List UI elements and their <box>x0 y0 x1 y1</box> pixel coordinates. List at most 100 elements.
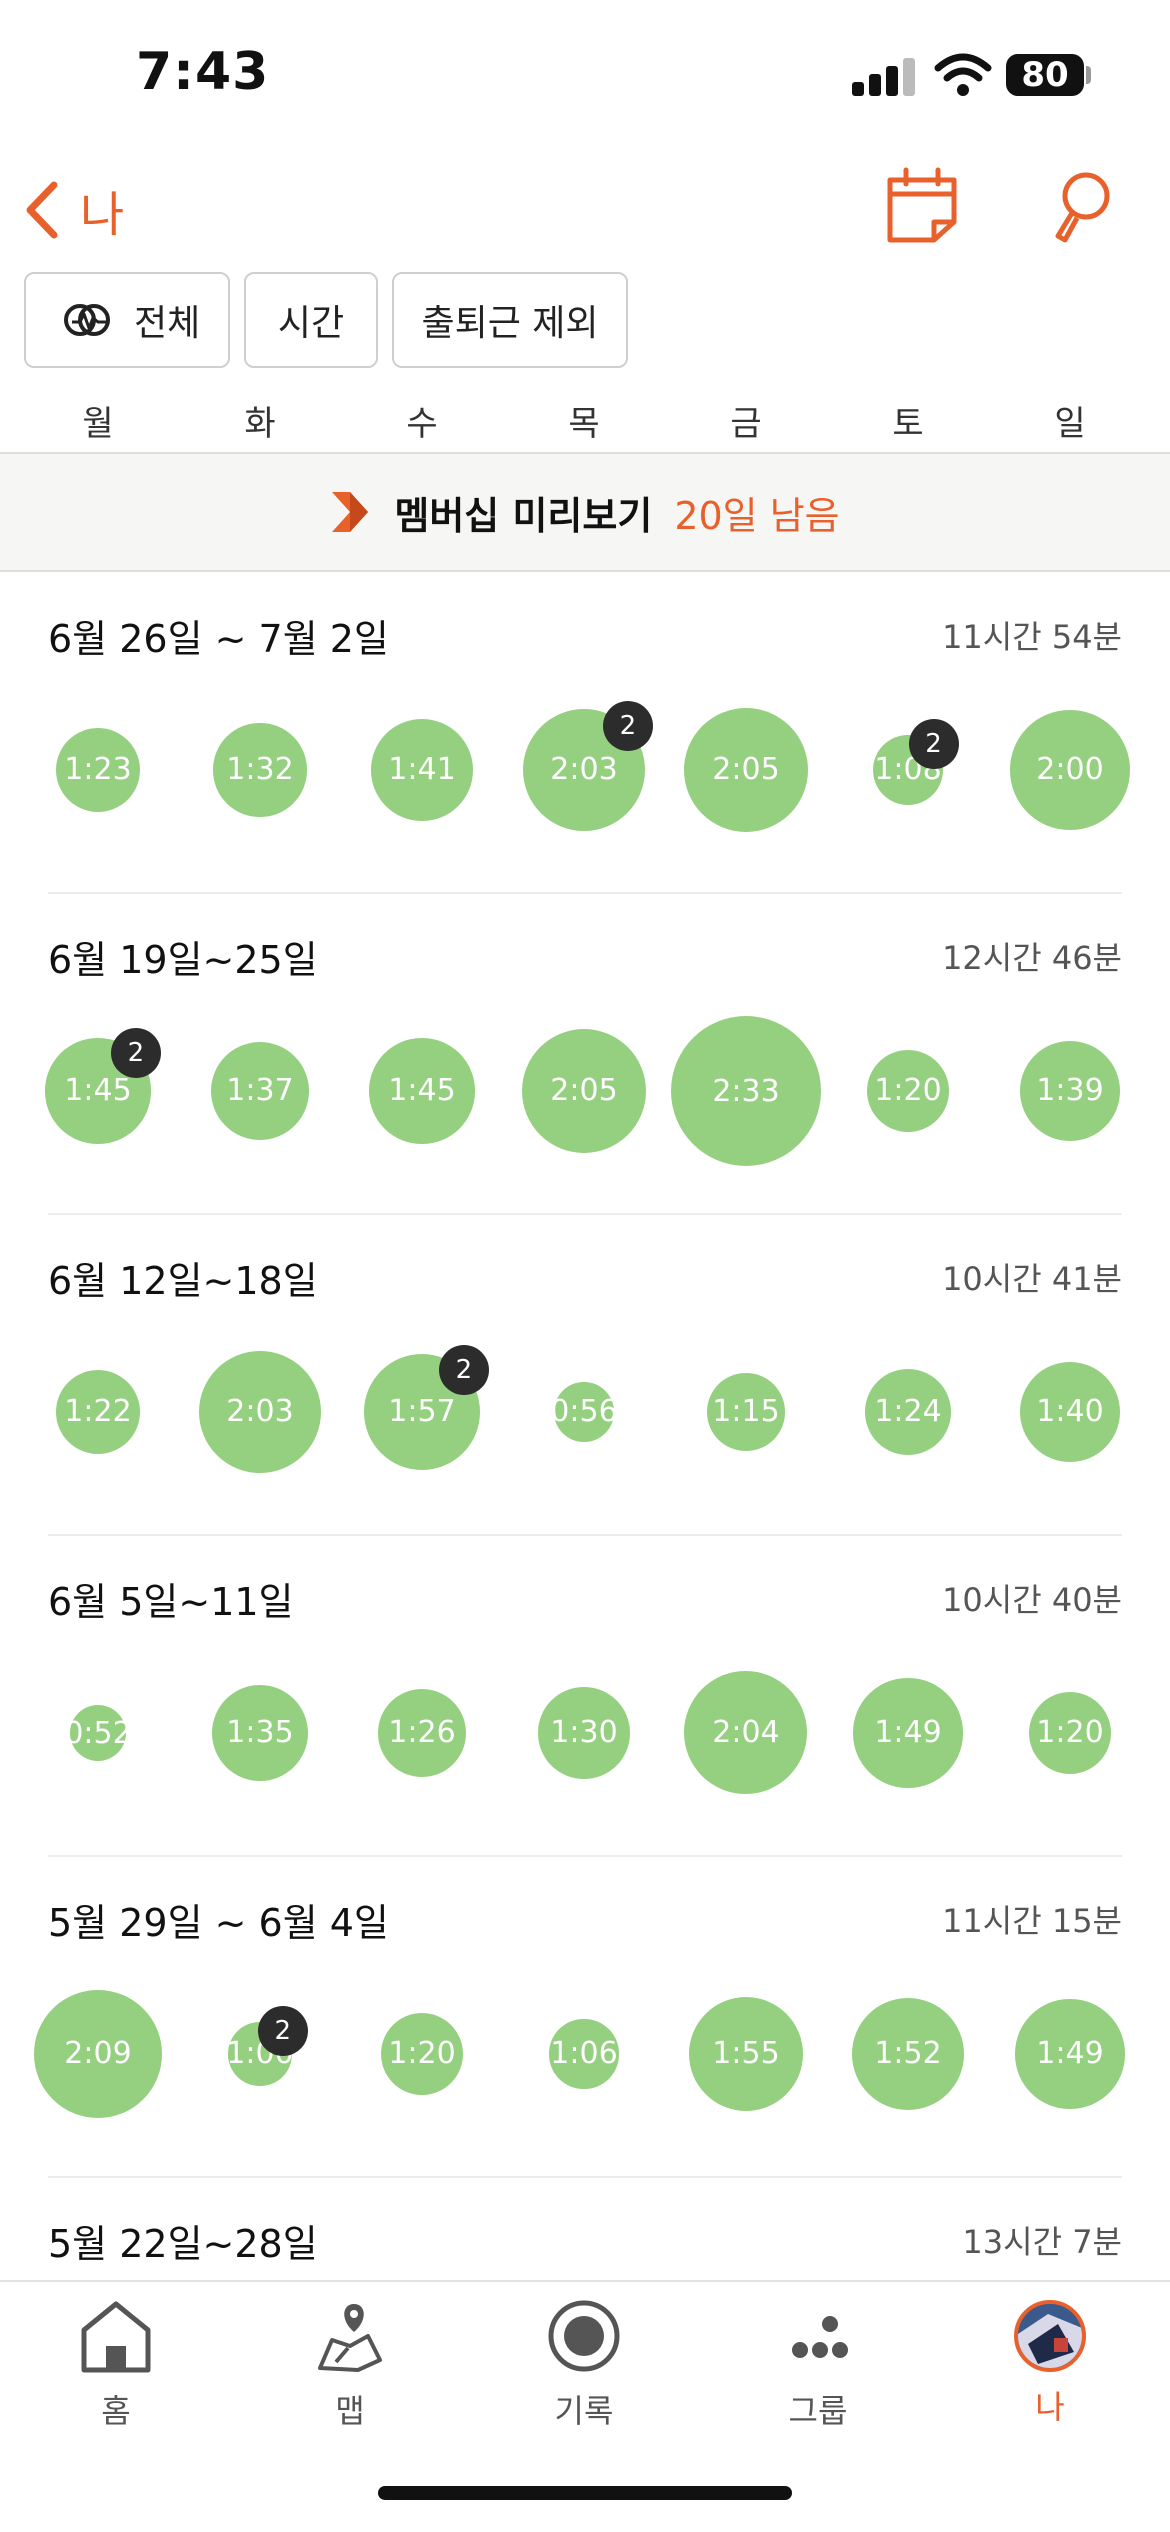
home-indicator <box>378 2486 792 2500</box>
week-range-title: 6월 26일 ~ 7월 2일 <box>48 617 389 661</box>
week-divider <box>48 2176 1122 2178</box>
day-duration-bubble[interactable]: 2:09 <box>34 1990 162 2118</box>
day-duration-bubble[interactable]: 1:32 <box>213 723 307 817</box>
week-total-duration: 12시간 46분 <box>942 939 1122 977</box>
day-duration-label: 1:06 <box>550 2036 618 2072</box>
week-total-duration: 10시간 40분 <box>942 1581 1122 1619</box>
day-duration-bubble[interactable]: 2:03 <box>198 1350 322 1474</box>
day-duration-bubble[interactable]: 1:20 <box>380 2012 464 2096</box>
tab-me[interactable]: 나 <box>970 2296 1130 2428</box>
day-duration-bubble[interactable]: 2:04 <box>684 1671 808 1795</box>
day-duration-bubble[interactable]: 1:40 <box>1019 1361 1121 1463</box>
filter-all-label: 전체 <box>134 303 201 344</box>
week-divider <box>48 1534 1122 1536</box>
week-total-duration: 10시간 41분 <box>942 1260 1122 1298</box>
day-duration-bubble[interactable]: 1:06 <box>549 2019 619 2089</box>
day-duration-bubble[interactable]: 1:41 <box>371 719 473 821</box>
record-count-badge: 2 <box>257 2006 308 2057</box>
day-duration-bubble[interactable]: 1:35 <box>211 1684 308 1781</box>
filter-exclude-commute-chip[interactable]: 출퇴근 제외 <box>392 272 628 368</box>
day-duration-label: 2:00 <box>1036 752 1104 788</box>
day-duration-bubble[interactable]: 2:05 <box>522 1029 646 1153</box>
battery-icon: 80 <box>1006 54 1084 96</box>
day-duration-label: 1:55 <box>712 2036 780 2072</box>
day-duration-bubble[interactable]: 1:55 <box>688 1996 804 2112</box>
day-duration-label: 1:45 <box>388 1073 456 1109</box>
day-duration-label: 1:57 <box>388 1394 456 1430</box>
day-duration-bubble[interactable]: 2:33 <box>671 1016 821 1166</box>
day-duration-label: 0:56 <box>550 1394 618 1430</box>
tab-record[interactable]: 기록 <box>504 2296 664 2432</box>
day-duration-bubble[interactable]: 1:30 <box>538 1687 630 1779</box>
tab-map[interactable]: 맵 <box>270 2296 430 2432</box>
calendar-icon[interactable] <box>884 166 960 244</box>
header: 나 <box>0 150 1170 260</box>
day-duration-label: 2:04 <box>712 1715 780 1751</box>
back-label: 나 <box>80 187 125 243</box>
day-duration-bubble[interactable]: 1:26 <box>378 1689 466 1777</box>
chevron-left-icon <box>26 181 58 239</box>
week-range-title: 6월 12일~18일 <box>48 1259 318 1303</box>
week-section[interactable]: 6월 12일~18일 10시간 41분 1:22 2:03 1:57 2 0:56 1:15 1… <box>0 1216 1170 1536</box>
day-duration-label: 1:40 <box>1036 1394 1104 1430</box>
day-duration-bubble[interactable]: 1:22 <box>56 1370 140 1454</box>
battery-tip <box>1086 66 1091 84</box>
status-bar: 7:43 80 <box>0 0 1170 150</box>
avatar <box>1014 2300 1086 2372</box>
day-duration-label: 1:24 <box>874 1394 942 1430</box>
avatar-image <box>1018 2304 1082 2368</box>
day-duration-bubble[interactable]: 2:05 <box>684 708 808 832</box>
day-duration-label: 1:45 <box>64 1073 132 1109</box>
day-duration-label: 2:03 <box>226 1394 294 1430</box>
back-button[interactable]: 나 <box>22 170 124 250</box>
day-duration-label: 2:09 <box>64 2036 132 2072</box>
membership-preview-banner[interactable]: 멤버십 미리보기 20일 남음 <box>0 454 1170 572</box>
week-section[interactable]: 6월 26일 ~ 7월 2일 11시간 54분 1:23 1:32 1:41 2:03 2 2… <box>0 574 1170 894</box>
week-section[interactable]: 6월 19일~25일 12시간 46분 1:45 2 1:37 1:45 2:05 2:33 1… <box>0 895 1170 1215</box>
day-duration-bubble[interactable]: 1:20 <box>866 1049 950 1133</box>
weekday-label: 일 <box>1054 404 1086 444</box>
week-section[interactable]: 6월 5일~11일 10시간 40분 0:52 1:35 1:26 1:30 2:04 1:4… <box>0 1537 1170 1857</box>
day-duration-label: 1:22 <box>64 1394 132 1430</box>
record-count-badge: 2 <box>110 1028 161 1079</box>
day-duration-bubble[interactable]: 1:20 <box>1028 1691 1112 1775</box>
banner-title: 멤버십 미리보기 <box>394 493 653 538</box>
week-range-title: 6월 19일~25일 <box>48 938 318 982</box>
tab-group[interactable]: 그룹 <box>738 2296 898 2432</box>
weekday-header: 월화수목금토일 <box>0 396 1170 446</box>
tab-home-label: 홈 <box>101 2392 131 2430</box>
day-duration-bubble[interactable]: 1:24 <box>865 1369 951 1455</box>
day-duration-bubble[interactable]: 0:52 <box>64 1705 132 1761</box>
day-duration-label: 1:20 <box>388 2036 456 2072</box>
day-duration-bubble[interactable]: 1:39 <box>1020 1041 1120 1141</box>
record-count-badge: 2 <box>438 1345 489 1396</box>
weekday-label: 수 <box>406 404 438 444</box>
day-duration-bubble[interactable]: 1:23 <box>55 727 141 813</box>
day-duration-bubble[interactable]: 1:49 <box>853 1678 963 1788</box>
day-duration-bubble[interactable]: 2:00 <box>1010 710 1130 830</box>
group-icon <box>792 2316 848 2358</box>
day-duration-bubble[interactable]: 1:15 <box>707 1373 785 1451</box>
day-duration-label: 1:41 <box>388 752 456 788</box>
weekday-label: 금 <box>730 404 762 444</box>
day-duration-bubble[interactable]: 1:37 <box>211 1042 309 1140</box>
week-section[interactable]: 5월 29일 ~ 6월 4일 11시간 15분 2:09 1:00 2 1:20 1:06 1… <box>0 1858 1170 2178</box>
map-pin-icon <box>318 2304 382 2372</box>
record-count-badge: 2 <box>602 701 653 752</box>
filter-bar: 전체 시간 출퇴근 제외 <box>24 272 628 368</box>
day-duration-label: 1:23 <box>64 752 132 788</box>
week-range-title: 6월 5일~11일 <box>48 1580 294 1624</box>
weekday-label: 토 <box>892 404 924 444</box>
search-icon[interactable] <box>1052 170 1114 244</box>
day-duration-label: 1:35 <box>226 1715 294 1751</box>
filter-all-chip[interactable]: 전체 <box>24 272 230 368</box>
day-duration-bubble[interactable]: 1:52 <box>852 1998 964 2110</box>
week-total-duration: 11시간 15분 <box>942 1902 1122 1940</box>
filter-time-chip[interactable]: 시간 <box>244 272 378 368</box>
tab-home[interactable]: 홈 <box>36 2296 196 2432</box>
day-duration-bubble[interactable]: 0:56 <box>550 1382 618 1442</box>
week-range-title: 5월 29일 ~ 6월 4일 <box>48 1901 389 1945</box>
day-duration-bubble[interactable]: 1:49 <box>1015 1999 1125 2109</box>
day-duration-bubble[interactable]: 1:45 <box>369 1038 475 1144</box>
chevron-badge-icon <box>332 492 369 532</box>
